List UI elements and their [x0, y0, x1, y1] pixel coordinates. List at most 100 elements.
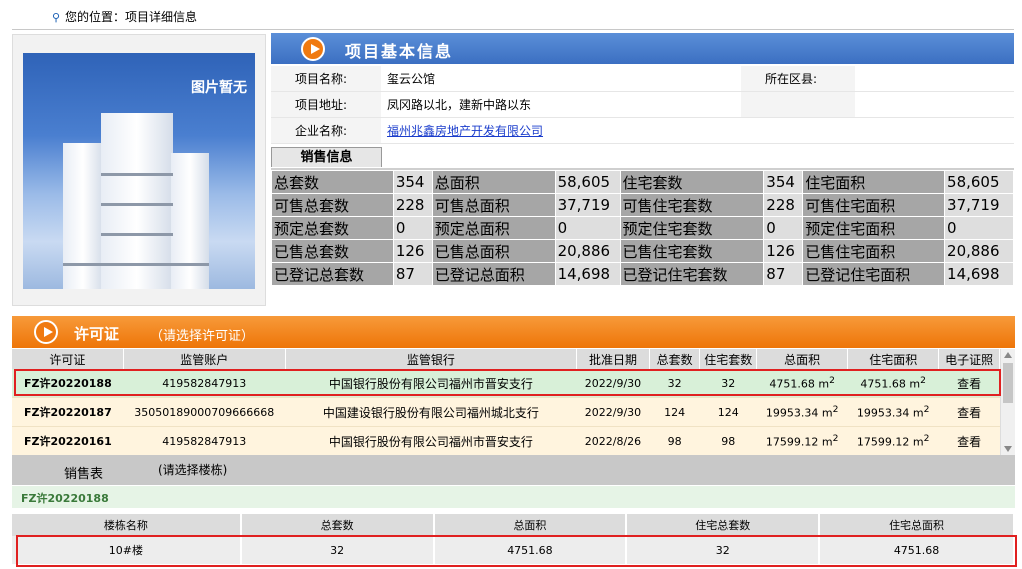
sales-value: 37,719	[554, 193, 621, 217]
sales-value: 20,886	[944, 239, 1014, 263]
area-unit: m	[821, 435, 833, 449]
permit-total: 98	[649, 426, 700, 455]
sales-value: 20,886	[554, 239, 621, 263]
area-unit-sup: 2	[923, 433, 930, 445]
sales-key: 可售总面积	[431, 193, 556, 217]
selected-building-highlight	[16, 535, 1017, 567]
sales-row: 总套数 354 总面积 58,605 住宅套数 354 住宅面积 58,605	[271, 170, 1014, 194]
permit-id[interactable]: FZ许20220161	[12, 426, 124, 455]
building-col-header: 总面积	[433, 514, 628, 536]
building-col-header: 住宅总套数	[626, 514, 821, 536]
scroll-thumb[interactable]	[1003, 363, 1013, 403]
permit-row[interactable]: FZ许20220187 35050189000709666668 中国建设银行股份有…	[12, 397, 1000, 427]
district-value	[855, 66, 1014, 92]
building-col-header: 楼栋名称	[12, 514, 242, 536]
breadcrumb: ⚲ 您的位置：项目详细信息	[52, 8, 197, 26]
sales-value: 0	[944, 216, 1014, 240]
breadcrumb-current: 项目详细信息	[125, 10, 198, 24]
permit-col-header: 许可证	[12, 349, 124, 369]
permit-area: 19953.34 m2	[756, 397, 848, 427]
sales-value: 37,719	[944, 193, 1014, 217]
sales-value: 58,605	[944, 170, 1014, 194]
permit-bank: 中国银行股份有限公司福州市晋安支行	[285, 426, 577, 455]
view-certificate-link[interactable]: 查看	[938, 426, 1000, 455]
permit-account: 35050189000709666668	[123, 397, 286, 427]
area-value: 19953.34	[765, 406, 819, 420]
project-photo: 图片暂无	[12, 34, 266, 306]
breadcrumb-label: 您的位置：	[65, 10, 126, 24]
sales-value: 14,698	[944, 262, 1014, 286]
permit-scrollbar[interactable]	[1000, 349, 1015, 455]
area-value: 17599.12	[765, 435, 819, 449]
sales-key: 已售住宅套数	[619, 239, 765, 263]
sales-value: 58,605	[554, 170, 621, 194]
permit-res-area: 17599.12 m2	[847, 426, 939, 455]
sales-value: 354	[392, 170, 433, 194]
play-circle-icon	[34, 320, 58, 344]
sales-key: 预定总套数	[271, 216, 394, 240]
address-value: 凤冈路以北，建新中路以东	[381, 91, 741, 118]
permit-id[interactable]: FZ许20220187	[12, 397, 124, 427]
permit-res: 98	[699, 426, 757, 455]
view-certificate-link[interactable]: 查看	[938, 397, 1000, 427]
permit-hint: （请选择许可证）	[150, 329, 255, 344]
sales-key: 可售住宅面积	[802, 193, 946, 217]
district-label: 所在区县:	[741, 66, 855, 92]
area-unit-sup: 2	[832, 433, 839, 445]
permit-date: 2022/9/30	[576, 397, 650, 427]
sales-value: 0	[763, 216, 804, 240]
sales-key: 住宅面积	[802, 170, 946, 194]
sales-value: 0	[392, 216, 433, 240]
permit-res: 124	[699, 397, 757, 427]
sales-value: 228	[763, 193, 804, 217]
tab-sales-info[interactable]: 销售信息	[271, 147, 382, 167]
sales-info-table: 总套数 354 总面积 58,605 住宅套数 354 住宅面积 58,605 可售总套数 228…	[271, 170, 1014, 286]
permit-header: 许可证 （请选择许可证）	[12, 316, 1015, 348]
sales-key: 已售总套数	[271, 239, 394, 263]
sales-value: 126	[392, 239, 433, 263]
company-label: 企业名称:	[271, 117, 381, 144]
sales-key: 总面积	[431, 170, 556, 194]
project-name-value: 玺云公馆	[381, 66, 741, 92]
sales-key: 已登记总面积	[431, 262, 556, 286]
sales-value: 126	[763, 239, 804, 263]
sales-key: 住宅套数	[619, 170, 765, 194]
building-image: 图片暂无	[23, 53, 255, 289]
building-col-header: 总套数	[240, 514, 435, 536]
location-pin-icon: ⚲	[52, 11, 61, 24]
area-value: 17599.12	[856, 435, 910, 449]
permit-col-header: 住宅面积	[847, 349, 940, 369]
sales-key: 预定住宅面积	[802, 216, 946, 240]
area-unit: m	[912, 435, 924, 449]
scroll-down-icon[interactable]	[1004, 446, 1012, 452]
permit-list: 许可证 监管账户 监管银行 批准日期 总套数 住宅套数 总面积 住宅面积 电子证照 FZ许202…	[12, 349, 1015, 455]
permit-title: 许可证	[74, 325, 120, 343]
sales-key: 预定住宅套数	[619, 216, 765, 240]
permit-res-area: 19953.34 m2	[847, 397, 939, 427]
company-link[interactable]: 福州兆鑫房地产开发有限公司	[387, 124, 543, 138]
sales-key: 已登记住宅面积	[802, 262, 946, 286]
permit-col-header: 批准日期	[576, 349, 650, 369]
selected-permit-bar: FZ许20220188	[12, 486, 1015, 508]
sales-key: 已售住宅面积	[802, 239, 946, 263]
sales-value: 87	[392, 262, 433, 286]
area-value: 19953.34	[856, 406, 910, 420]
scroll-up-icon[interactable]	[1004, 352, 1012, 358]
area-unit-sup: 2	[832, 404, 839, 416]
permit-table: 许可证 监管账户 监管银行 批准日期 总套数 住宅套数 总面积 住宅面积 电子证照 FZ许202…	[12, 349, 1000, 455]
address-label: 项目地址:	[271, 91, 381, 118]
permit-row[interactable]: FZ许20220161 419582847913 中国银行股份有限公司福州市晋安支行…	[12, 426, 1000, 455]
sales-row: 可售总套数 228 可售总面积 37,719 可售住宅套数 228 可售住宅面积 37,719	[271, 193, 1014, 217]
area-unit: m	[821, 406, 833, 420]
sales-key: 已登记住宅套数	[619, 262, 765, 286]
basic-info-header: 项目基本信息	[271, 33, 1014, 64]
divider	[12, 29, 1014, 30]
sales-table-title: 销售表	[64, 467, 104, 482]
selected-permit-id: FZ许20220188	[21, 492, 109, 505]
sales-key: 可售总套数	[271, 193, 394, 217]
sales-value: 14,698	[554, 262, 621, 286]
permit-account: 419582847913	[123, 426, 286, 455]
permit-total: 124	[649, 397, 700, 427]
building-col-header: 住宅总面积	[819, 514, 1015, 536]
permit-col-header: 总套数	[649, 349, 701, 369]
